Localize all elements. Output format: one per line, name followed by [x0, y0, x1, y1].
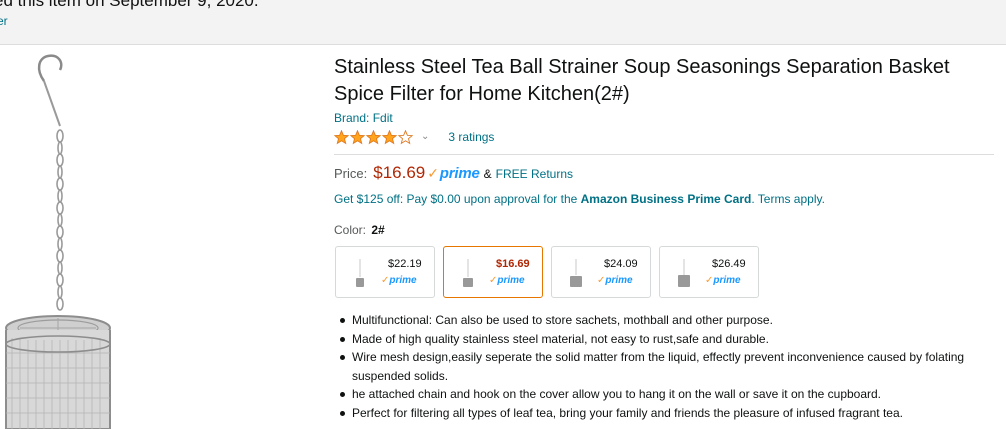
swatch-thumbnail — [678, 259, 690, 287]
feature-bullet: Perfect for filtering all types of leaf … — [334, 404, 999, 423]
star-filled-icon — [366, 129, 381, 144]
brand-link[interactable]: Brand: Fdit — [334, 111, 994, 125]
rating-row: ⌄ 3 ratings — [334, 128, 994, 146]
swatch-price: $22.19 — [388, 258, 422, 270]
swatch-price: $24.09 — [604, 258, 638, 270]
feature-bullet: Multifunctional: Can also be used to sto… — [334, 311, 999, 330]
prime-check-icon: ✓ — [427, 165, 439, 181]
ampersand: & — [483, 167, 492, 181]
star-empty-icon — [398, 129, 413, 144]
swatch-price: $16.69 — [496, 258, 530, 270]
section-divider — [334, 154, 994, 155]
color-swatches: $22.19 ✓prime $16.69 ✓prime $24.09 ✓prim… — [335, 246, 994, 298]
swatch-thumbnail — [463, 259, 473, 287]
star-filled-icon — [350, 129, 365, 144]
business-offer-suffix: . Terms apply. — [751, 192, 825, 206]
banner-link[interactable]: er — [0, 14, 8, 28]
ratings-count-link[interactable]: 3 ratings — [448, 130, 494, 144]
swatch-thumbnail — [356, 259, 364, 287]
purchase-banner: ed this item on September 9, 2020. er — [0, 0, 1006, 45]
price-row: Price: $16.69 ✓ prime & FREE Returns — [334, 163, 994, 183]
swatch-price: $26.49 — [712, 258, 746, 270]
feature-bullets: Multifunctional: Can also be used to sto… — [334, 311, 999, 422]
swatch-thumbnail — [570, 259, 582, 287]
swatch-option[interactable]: $22.19 ✓prime — [335, 246, 435, 298]
price-value: $16.69 — [373, 163, 426, 182]
color-row: Color: 2# — [334, 223, 994, 237]
chevron-down-icon[interactable]: ⌄ — [421, 131, 429, 142]
color-value: 2# — [371, 223, 385, 237]
product-title: Stainless Steel Tea Ball Strainer Soup S… — [334, 56, 950, 105]
feature-bullet: Made of high quality stainless steel mat… — [334, 330, 999, 349]
price-label: Price: — [334, 166, 368, 181]
business-offer-prefix: Get $125 off: Pay $0.00 upon approval fo… — [334, 192, 581, 206]
prime-text: prime — [439, 165, 480, 182]
star-rating[interactable] — [334, 129, 413, 145]
feature-bullet: Wire mesh design,easily seperate the sol… — [334, 348, 999, 385]
business-card-offer[interactable]: Get $125 off: Pay $0.00 upon approval fo… — [334, 192, 994, 206]
swatch-prime: ✓prime — [597, 275, 633, 286]
free-returns-link[interactable]: FREE Returns — [496, 167, 573, 181]
swatch-prime: ✓prime — [489, 275, 525, 286]
swatch-option[interactable]: $24.09 ✓prime — [551, 246, 651, 298]
star-filled-icon — [382, 129, 397, 144]
swatch-prime: ✓prime — [381, 275, 417, 286]
swatch-prime: ✓prime — [705, 275, 741, 286]
color-label: Color: — [334, 223, 367, 237]
business-card-name: Amazon Business Prime Card — [580, 192, 752, 206]
prime-logo[interactable]: ✓ prime — [427, 165, 480, 182]
star-filled-icon — [334, 129, 349, 144]
swatch-option[interactable]: $16.69 ✓prime — [443, 246, 543, 298]
product-image[interactable] — [0, 48, 130, 429]
swatch-option[interactable]: $26.49 ✓prime — [659, 246, 759, 298]
product-details: Stainless Steel Tea Ball Strainer Soup S… — [334, 54, 994, 422]
banner-text: ed this item on September 9, 2020. — [0, 0, 259, 10]
feature-bullet: he attached chain and hook on the cover … — [334, 385, 999, 404]
